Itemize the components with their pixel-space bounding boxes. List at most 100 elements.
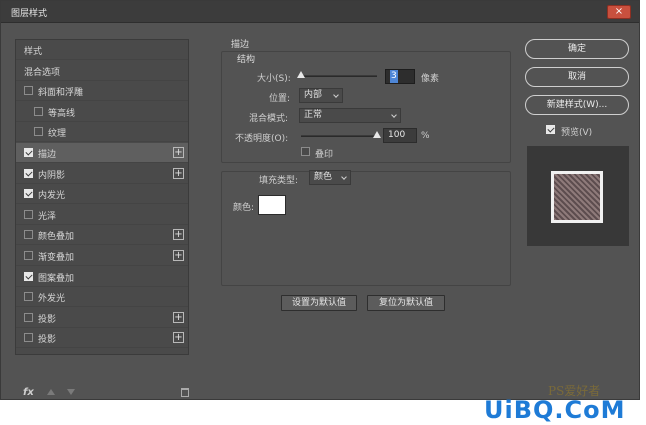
fill-type-select[interactable]: 颜色 <box>309 170 351 185</box>
style-list-item[interactable]: 渐变叠加 + <box>16 246 188 266</box>
opacity-label: 不透明度(O): <box>235 134 289 144</box>
blend-mode-select[interactable]: 正常 <box>299 108 401 123</box>
add-icon[interactable]: + <box>173 147 184 158</box>
add-icon[interactable]: + <box>173 311 184 323</box>
fx-icon[interactable]: fx <box>23 387 34 398</box>
fill-type-value: 颜色 <box>314 172 333 182</box>
overprint-label: 叠印 <box>315 150 334 160</box>
watermark-logo: UiBQ.CoM <box>484 396 626 424</box>
new-style-button[interactable]: 新建样式(W)... <box>525 95 629 115</box>
style-list-item[interactable]: 投影 + <box>16 308 188 328</box>
structure-group <box>221 51 511 163</box>
style-list-item[interactable]: 内发光 <box>16 184 188 205</box>
move-down-icon[interactable] <box>67 389 75 395</box>
title-bar[interactable]: 图层样式 × <box>1 1 639 23</box>
size-input[interactable]: 3 <box>385 69 415 84</box>
opacity-input[interactable]: 100 <box>383 128 417 143</box>
preview-checkbox[interactable] <box>546 125 555 134</box>
size-slider-track[interactable] <box>299 75 377 77</box>
opacity-slider-track[interactable] <box>301 135 379 137</box>
opacity-unit: % <box>421 131 430 141</box>
style-checkbox[interactable] <box>24 251 33 260</box>
add-icon[interactable]: + <box>173 229 184 241</box>
stroke-section-title: 描边 <box>231 40 250 50</box>
make-default-button[interactable]: 设置为默认值 <box>281 295 357 311</box>
add-icon[interactable]: + <box>173 167 184 179</box>
style-list-item-label: 投影 <box>38 335 57 346</box>
style-checkbox[interactable] <box>24 292 33 302</box>
style-list-item[interactable]: 等高线 <box>16 102 188 122</box>
style-checkbox[interactable] <box>24 189 33 199</box>
dialog-title: 图层样式 <box>11 9 48 19</box>
style-preview <box>527 146 629 246</box>
style-list-item[interactable]: 外发光 <box>16 287 188 308</box>
style-list-item-label: 颜色叠加 <box>38 232 75 243</box>
reset-default-button[interactable]: 复位为默认值 <box>367 295 445 311</box>
style-checkbox[interactable] <box>24 86 33 96</box>
style-list-item-label: 外发光 <box>38 294 66 305</box>
style-list-footer: fx <box>15 387 189 401</box>
style-list-item-label: 样式 <box>24 47 43 57</box>
fill-group <box>221 171 511 286</box>
style-list-item-label: 光泽 <box>38 211 57 222</box>
preview-swatch <box>551 171 603 223</box>
style-checkbox[interactable] <box>24 312 33 322</box>
size-slider-thumb[interactable] <box>297 71 305 78</box>
structure-title: 结构 <box>237 55 256 65</box>
style-list-item-label: 混合选项 <box>24 67 61 78</box>
trash-icon[interactable] <box>181 388 189 397</box>
move-up-icon[interactable] <box>47 389 55 395</box>
style-list-item-label: 等高线 <box>48 108 76 119</box>
size-value: 3 <box>390 70 398 83</box>
layer-style-dialog: 图层样式 × 样式 混合选项 斜面和浮雕 等高线 纹理 描边 + 内阴影 + 内发光 光泽 颜色叠加 +… <box>0 0 640 400</box>
style-list-item[interactable]: 内阴影 + <box>16 164 188 184</box>
style-list-item-label: 渐变叠加 <box>38 253 75 263</box>
close-button[interactable]: × <box>607 5 631 19</box>
style-list-item[interactable]: 图案叠加 <box>16 267 188 287</box>
style-checkbox[interactable] <box>34 106 43 116</box>
style-list-item[interactable]: 描边 + <box>16 143 188 163</box>
style-list-item[interactable]: 颜色叠加 + <box>16 225 188 246</box>
size-label: 大小(S): <box>257 74 291 84</box>
style-checkbox[interactable] <box>24 209 33 219</box>
chevron-down-icon <box>333 92 339 98</box>
add-icon[interactable]: + <box>173 332 184 344</box>
style-list-item-label: 内阴影 <box>38 170 66 181</box>
style-list-item-label: 纹理 <box>48 129 67 140</box>
opacity-value: 100 <box>388 130 406 140</box>
style-list-item-label: 斜面和浮雕 <box>38 88 84 99</box>
style-list-item[interactable]: 样式 <box>16 40 188 60</box>
fill-type-label: 填充类型: <box>259 176 299 186</box>
overprint-checkbox[interactable] <box>301 147 310 156</box>
chevron-down-icon <box>341 174 347 180</box>
style-list-item[interactable]: 纹理 <box>16 122 188 143</box>
style-list: 样式混合选项斜面和浮雕等高线纹理描边 + 内阴影 + 内发光光泽颜色叠加 + 渐变叠加 + 图案… <box>15 39 189 355</box>
blend-mode-label: 混合模式: <box>249 114 289 124</box>
cancel-button[interactable]: 取消 <box>525 67 629 87</box>
position-select[interactable]: 内部 <box>299 88 343 103</box>
blend-mode-value: 正常 <box>304 110 323 120</box>
style-list-item[interactable]: 斜面和浮雕 <box>16 81 188 102</box>
position-value: 内部 <box>304 90 323 100</box>
style-list-item[interactable]: 混合选项 <box>16 61 188 81</box>
style-checkbox[interactable] <box>24 271 33 281</box>
style-list-item-label: 描边 <box>38 150 57 160</box>
preview-label: 预览(V) <box>561 128 593 138</box>
ok-button[interactable]: 确定 <box>525 39 629 59</box>
style-checkbox[interactable] <box>34 127 43 137</box>
style-list-item[interactable]: 投影 + <box>16 328 188 349</box>
style-checkbox[interactable] <box>24 148 33 157</box>
stroke-color-swatch[interactable] <box>258 195 286 215</box>
style-checkbox[interactable] <box>24 230 33 240</box>
size-unit: 像素 <box>421 74 440 84</box>
opacity-slider-thumb[interactable] <box>373 131 381 138</box>
style-list-item[interactable]: 光泽 <box>16 205 188 225</box>
style-list-item-label: 投影 <box>38 314 57 325</box>
chevron-down-icon <box>391 112 397 118</box>
style-list-item-label: 图案叠加 <box>38 273 75 284</box>
style-checkbox[interactable] <box>24 168 33 178</box>
style-checkbox[interactable] <box>24 333 33 343</box>
style-list-item-label: 内发光 <box>38 191 66 202</box>
add-icon[interactable]: + <box>173 250 184 261</box>
color-label: 颜色: <box>233 203 255 213</box>
